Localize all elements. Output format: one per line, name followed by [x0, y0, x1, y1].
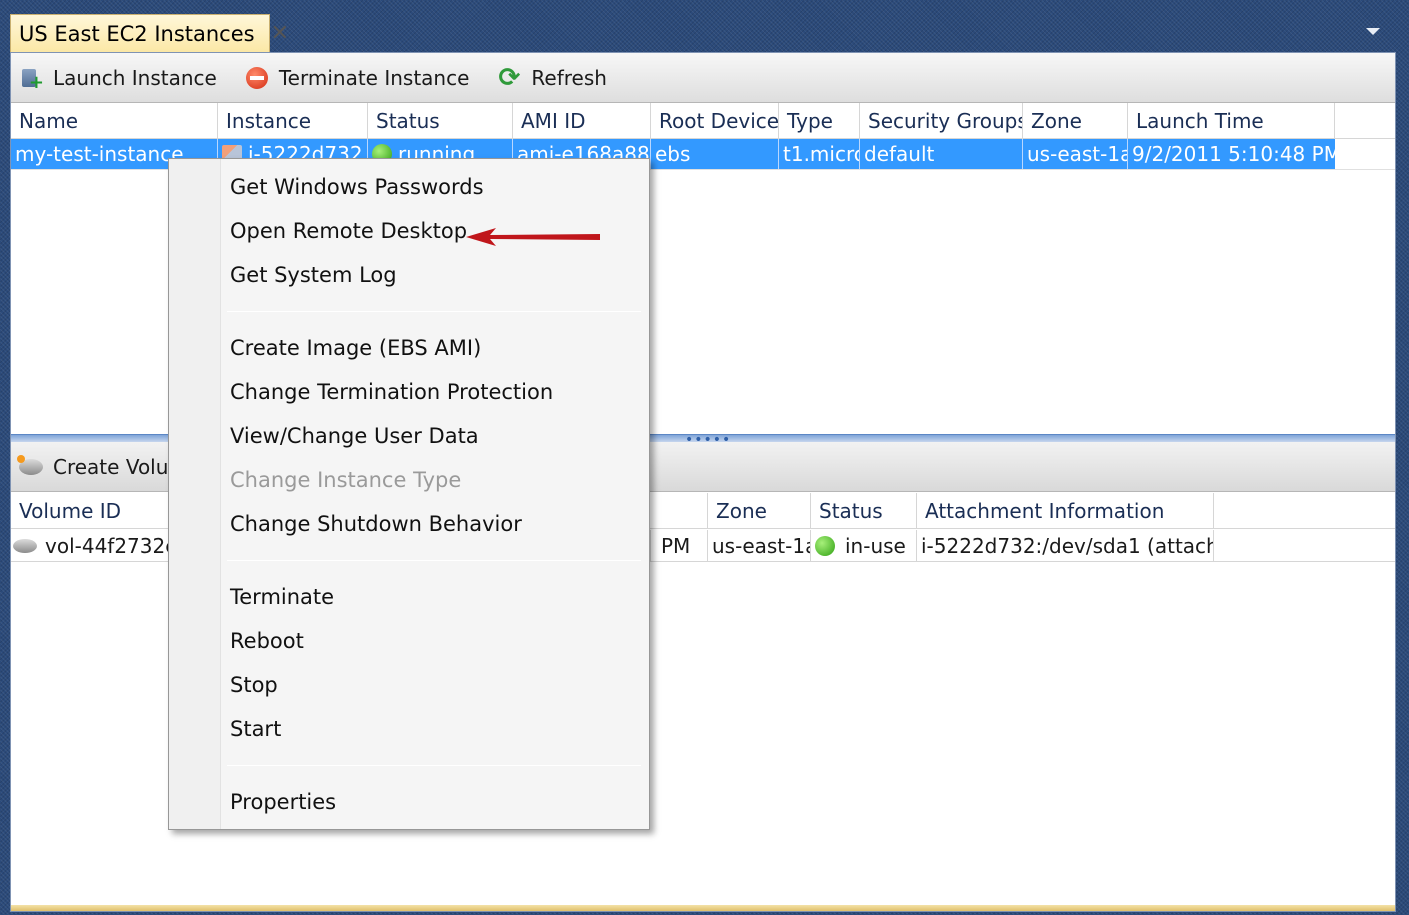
cell-volume-zone: us-east-1a — [708, 530, 811, 561]
cell-launch-time: 9/2/2011 5:10:48 PM — [1132, 142, 1335, 166]
menu-item-reboot[interactable]: Reboot — [230, 624, 304, 658]
menu-item-start[interactable]: Start — [230, 712, 281, 746]
volume-icon — [13, 538, 37, 553]
column-header-zone[interactable]: Zone — [1023, 103, 1128, 138]
status-in-use-icon — [815, 535, 835, 556]
instances-grid-header: Name Instance Status AMI ID Root Device … — [11, 103, 1395, 139]
chevron-down-icon[interactable] — [1366, 28, 1380, 35]
menu-separator — [227, 311, 641, 312]
menu-item-terminate[interactable]: Terminate — [230, 580, 334, 614]
menu-item-get-system-log[interactable]: Get System Log — [230, 258, 397, 292]
cell-volume-status-text: in-use — [845, 533, 906, 558]
cell-root-device: ebs — [651, 139, 779, 169]
menu-icon-gutter — [169, 159, 221, 829]
column-header-volume-zone[interactable]: Zone — [708, 493, 811, 528]
refresh-icon: ⟳ — [498, 62, 521, 93]
menu-item-change-shutdown-behavior[interactable]: Change Shutdown Behavior — [230, 507, 522, 541]
menu-item-properties[interactable]: Properties — [230, 785, 336, 819]
instances-toolbar: Launch Instance Terminate Instance ⟳ Ref… — [11, 53, 1395, 103]
column-header-root-device[interactable]: Root Device — [651, 103, 779, 138]
cell-security-groups: default — [860, 139, 1023, 169]
menu-item-change-instance-type: Change Instance Type — [230, 468, 462, 492]
column-header-ami-id[interactable]: AMI ID — [513, 103, 651, 138]
menu-separator — [227, 560, 641, 561]
terminate-icon — [245, 66, 269, 90]
create-volume-button[interactable]: Create Volur — [17, 454, 177, 479]
cell-type: t1.micro — [779, 139, 860, 169]
annotation-arrow-icon — [466, 228, 600, 246]
close-icon[interactable]: ✕ — [271, 21, 289, 46]
cell-zone: us-east-1a — [1023, 139, 1128, 169]
launch-instance-icon — [19, 66, 44, 93]
refresh-label: Refresh — [531, 65, 607, 90]
create-volume-label: Create Volur — [53, 454, 177, 479]
menu-item-change-termination-protection[interactable]: Change Termination Protection — [230, 375, 553, 409]
column-header-attachment[interactable]: Attachment Information — [917, 493, 1214, 528]
panel-bottom-border — [11, 905, 1395, 911]
volume-icon — [17, 454, 43, 479]
column-header-status[interactable]: Status — [368, 103, 513, 138]
launch-instance-button[interactable]: Launch Instance — [19, 65, 217, 93]
menu-separator — [227, 765, 641, 766]
launch-instance-label: Launch Instance — [53, 65, 217, 90]
column-header-name[interactable]: Name — [11, 103, 218, 138]
refresh-button[interactable]: ⟳ Refresh — [497, 62, 607, 93]
context-menu: Get Windows Passwords Open Remote Deskto… — [168, 158, 650, 830]
cell-attachment: i-5222d732:/dev/sda1 (attached) — [917, 530, 1214, 561]
cell-volume-created: PM — [651, 530, 708, 561]
menu-item-get-windows-passwords[interactable]: Get Windows Passwords — [230, 170, 484, 204]
menu-item-create-image[interactable]: Create Image (EBS AMI) — [230, 331, 481, 365]
column-header-launch-time[interactable]: Launch Time — [1128, 103, 1335, 138]
cell-volume-id-text: vol-44f2732e — [45, 533, 178, 558]
column-header-volume-status[interactable]: Status — [811, 493, 917, 528]
menu-item-open-remote-desktop[interactable]: Open Remote Desktop — [230, 214, 467, 248]
column-header-security-groups[interactable]: Security Groups — [860, 103, 1023, 138]
menu-item-stop[interactable]: Stop — [230, 668, 278, 702]
terminate-instance-label: Terminate Instance — [278, 65, 470, 90]
cell-volume-status: in-use — [811, 530, 917, 561]
column-header-instance[interactable]: Instance — [218, 103, 368, 138]
document-tab[interactable]: US East EC2 Instances ✕ — [10, 14, 289, 52]
column-header-type[interactable]: Type — [779, 103, 860, 138]
menu-item-view-change-user-data[interactable]: View/Change User Data — [230, 419, 479, 453]
tab-title: US East EC2 Instances — [19, 21, 255, 46]
terminate-instance-button[interactable]: Terminate Instance — [245, 65, 470, 90]
